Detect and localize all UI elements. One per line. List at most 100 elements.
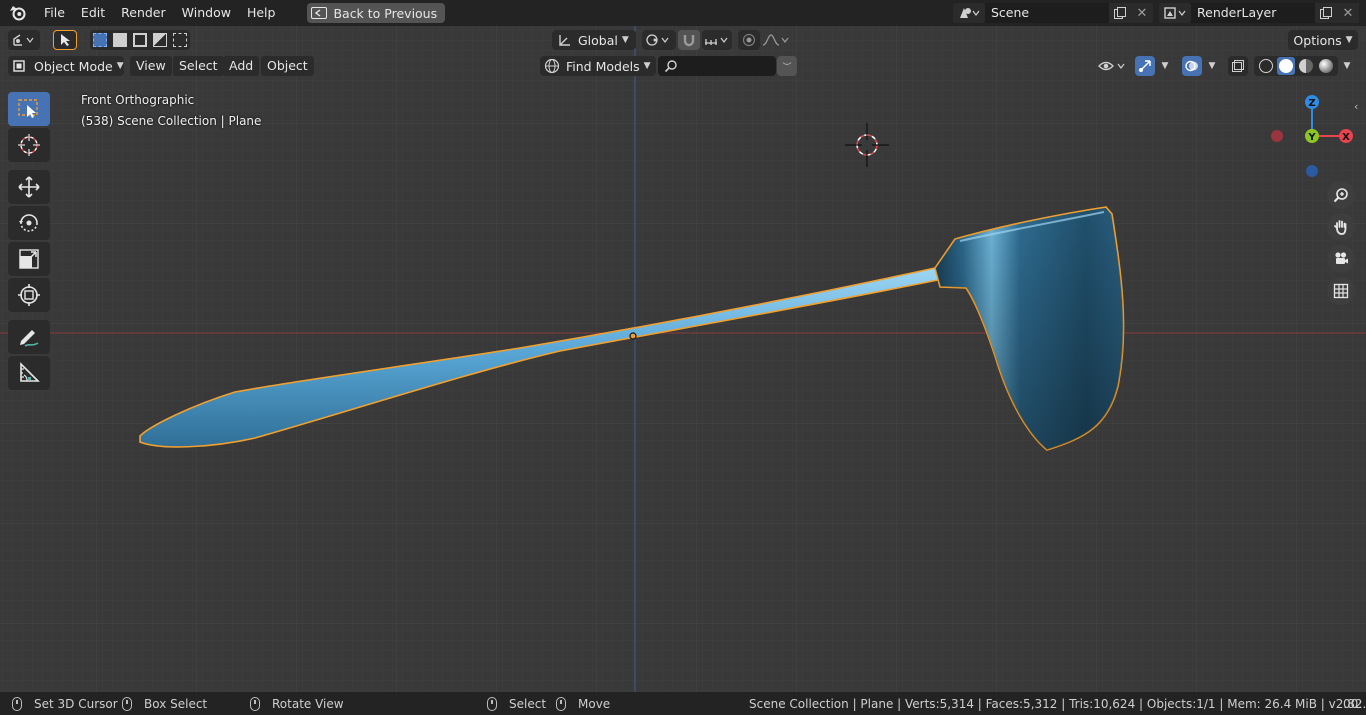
zoom-button[interactable]: [1327, 181, 1355, 209]
asset-search-options-button[interactable]: ︶: [777, 56, 797, 76]
xray-toggle[interactable]: [1228, 56, 1248, 76]
pencil-icon: [20, 330, 39, 347]
select-subtract-icon[interactable]: [133, 33, 147, 47]
hint-label: Move: [578, 696, 611, 711]
sidebar-toggle-arrow-icon[interactable]: ‹: [1354, 100, 1366, 114]
chevron-down-icon: ▼: [1345, 35, 1353, 45]
proportional-editing-toggle[interactable]: [738, 30, 760, 50]
overlays-toggle[interactable]: [1182, 56, 1202, 76]
shading-mode-group: [1254, 56, 1338, 76]
cursor-arrow-icon: [61, 34, 70, 46]
gizmo-dropdown[interactable]: ▼: [1156, 56, 1174, 76]
object-mode-icon: [13, 60, 25, 72]
mouse-drag-icon: [556, 696, 566, 711]
select-intersect-icon[interactable]: [173, 33, 187, 47]
transform-orientation-dropdown[interactable]: Global ▼: [552, 30, 636, 50]
hint-label: Set 3D Cursor: [34, 696, 118, 711]
scene-selector: Scene ✕: [953, 3, 1153, 23]
snap-toggle[interactable]: [678, 30, 700, 50]
move-arrows-icon: [18, 176, 40, 198]
menu-window[interactable]: Window: [174, 0, 239, 26]
falloff-curve-icon: [762, 34, 789, 46]
menu-file[interactable]: File: [36, 0, 73, 26]
zoom-icon: [1333, 188, 1348, 203]
menu-edit[interactable]: Edit: [73, 0, 113, 26]
top-menu-bar: File Edit Render Window Help Back to Pre…: [0, 0, 1366, 26]
menu-add[interactable]: Add: [223, 56, 260, 76]
view-layer-browse-button[interactable]: [1159, 3, 1191, 23]
wireframe-shading-icon[interactable]: [1259, 59, 1273, 73]
chevron-down-icon: ▼: [1343, 61, 1351, 71]
overlays-dropdown[interactable]: ▼: [1203, 56, 1221, 76]
delete-scene-button[interactable]: ✕: [1131, 3, 1153, 23]
scene-name-field[interactable]: Scene: [985, 3, 1109, 23]
options-dropdown[interactable]: Options ▼: [1288, 30, 1358, 50]
object-visibility-dropdown[interactable]: [1098, 56, 1128, 76]
scene-browse-button[interactable]: [953, 3, 985, 23]
orientation-icon: [559, 35, 570, 46]
solid-shading-icon[interactable]: [1277, 57, 1295, 75]
rotate-tool[interactable]: [8, 206, 50, 240]
camera-view-button[interactable]: [1327, 245, 1355, 273]
asset-search-field[interactable]: [658, 56, 776, 76]
duplicate-icon: [1114, 7, 1126, 19]
move-tool[interactable]: [8, 170, 50, 204]
menu-view[interactable]: View: [130, 56, 172, 76]
duplicate-icon: [1320, 7, 1332, 19]
3d-viewport[interactable]: Z X Y Global ▼ Options ▼ Object Mode ▼ V…: [0, 26, 1366, 692]
annotate-tool[interactable]: [8, 320, 50, 354]
hint-label: Select: [509, 696, 547, 711]
shading-dropdown[interactable]: ▼: [1338, 56, 1356, 76]
gizmo-toggle[interactable]: [1135, 56, 1155, 76]
delete-view-layer-button[interactable]: ✕: [1337, 3, 1359, 23]
rotate-icon: [19, 214, 38, 232]
scale-tool[interactable]: [8, 242, 50, 276]
xray-icon: [1232, 60, 1244, 72]
material-shading-icon[interactable]: [1299, 59, 1313, 73]
snap-target-dropdown[interactable]: [702, 30, 732, 50]
3d-viewport-icon: [13, 34, 34, 46]
pivot-point-dropdown[interactable]: [642, 30, 676, 50]
select-new-icon[interactable]: [93, 33, 107, 47]
tool-settings-header: Global ▼ Options ▼: [0, 30, 1366, 56]
mouse-left-icon: [12, 696, 22, 711]
grid-icon: [1333, 283, 1349, 299]
back-to-previous-button[interactable]: Back to Previous: [307, 3, 446, 23]
new-view-layer-button[interactable]: [1315, 3, 1337, 23]
select-difference-icon[interactable]: [153, 33, 167, 47]
menu-object[interactable]: Object: [261, 56, 314, 76]
new-scene-button[interactable]: [1109, 3, 1131, 23]
close-icon: ✕: [1136, 5, 1148, 21]
scene-icon: [960, 8, 980, 18]
measure-tool[interactable]: [8, 356, 50, 390]
menu-select[interactable]: Select: [173, 56, 224, 76]
mode-dropdown[interactable]: Object Mode ▼: [8, 56, 124, 76]
find-models-dropdown[interactable]: Find Models ▼: [540, 56, 656, 76]
select-box-tool[interactable]: [8, 92, 50, 126]
chevron-down-icon: ▼: [643, 61, 651, 71]
pan-button[interactable]: [1327, 213, 1355, 241]
camera-icon: [1335, 252, 1348, 264]
back-to-previous-label: Back to Previous: [333, 5, 438, 21]
view-layer-name-field[interactable]: RenderLayer: [1191, 3, 1315, 23]
search-icon: [664, 60, 677, 73]
object-origin: [629, 332, 637, 340]
gizmo-icon: [1139, 60, 1151, 72]
rendered-shading-icon[interactable]: [1319, 59, 1333, 73]
blender-logo-icon[interactable]: [0, 0, 36, 26]
cursor-tool[interactable]: [8, 128, 50, 162]
chevron-down-icon: ▼: [1208, 61, 1216, 71]
gizmo-neg-z: [1306, 165, 1318, 177]
active-tool-button[interactable]: [53, 30, 77, 50]
hand-icon: [1334, 220, 1347, 235]
gizmo-y-label: Y: [1307, 132, 1316, 143]
select-extend-icon[interactable]: [113, 33, 127, 47]
transform-tool[interactable]: [8, 278, 50, 312]
scale-icon: [19, 249, 39, 269]
perspective-toggle-button[interactable]: [1327, 277, 1355, 305]
select-box-icon: [18, 99, 38, 118]
menu-render[interactable]: Render: [113, 0, 174, 26]
menu-help[interactable]: Help: [239, 0, 284, 26]
falloff-dropdown[interactable]: [762, 30, 790, 50]
editor-type-button[interactable]: [8, 30, 40, 50]
